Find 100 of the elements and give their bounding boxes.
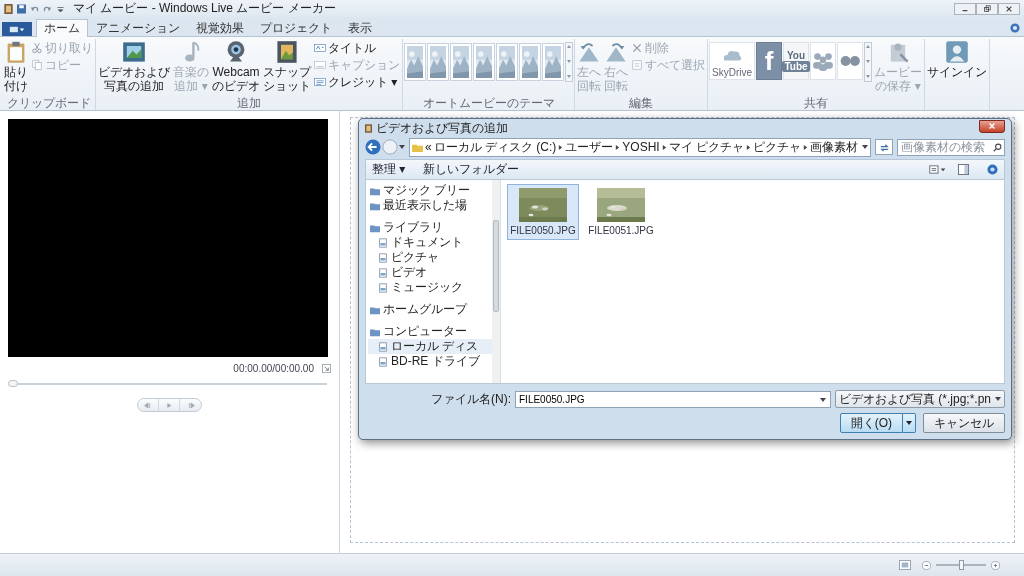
ribbon-tab[interactable]: 表示 bbox=[340, 19, 380, 36]
people-icon bbox=[812, 50, 834, 72]
theme-thumbnail[interactable] bbox=[496, 43, 518, 81]
back-button[interactable] bbox=[365, 139, 381, 155]
group-label: オートムービーのテーマ bbox=[422, 96, 555, 110]
breadcrumb-item[interactable]: ローカル ディスク (C:) bbox=[433, 138, 557, 156]
ribbon-button[interactable]: タイトル bbox=[313, 40, 401, 56]
ribbon-tab[interactable]: 視覚効果 bbox=[188, 19, 252, 36]
breadcrumb-item[interactable]: 画像素材 bbox=[810, 138, 859, 156]
app-menu-button[interactable] bbox=[2, 22, 32, 36]
ribbon-button[interactable]: Webcam のビデオ bbox=[211, 39, 261, 94]
theme-thumbnail[interactable] bbox=[542, 43, 564, 81]
thumbnail-view-icon[interactable] bbox=[899, 560, 911, 570]
nav-item[interactable]: ローカル ディス bbox=[368, 339, 492, 354]
ribbon-button[interactable]: 貼り 付け bbox=[3, 39, 29, 94]
ribbon-button[interactable]: スナップ ショット bbox=[262, 39, 312, 94]
ribbon-tab[interactable]: アニメーション bbox=[88, 19, 188, 36]
theme-thumbnail[interactable] bbox=[473, 43, 495, 81]
search-icon[interactable] bbox=[993, 142, 1002, 152]
play-icon bbox=[164, 401, 174, 409]
caret-icon[interactable] bbox=[862, 144, 869, 150]
theme-thumbnail[interactable] bbox=[519, 43, 541, 81]
slider-thumb[interactable] bbox=[8, 380, 18, 387]
chevron-icon[interactable] bbox=[746, 144, 752, 150]
open-button[interactable]: 開く(O) bbox=[839, 413, 903, 433]
chevron-icon[interactable] bbox=[661, 144, 667, 150]
preview-pane-icon[interactable] bbox=[958, 164, 969, 175]
share-button[interactable] bbox=[837, 42, 863, 80]
breadcrumb-item[interactable]: ユーザー bbox=[565, 138, 614, 156]
fullscreen-icon[interactable] bbox=[322, 364, 331, 373]
file-item[interactable]: FILE0051.JPG bbox=[585, 184, 657, 240]
chevron-icon[interactable] bbox=[558, 144, 564, 150]
ribbon-tab[interactable]: プロジェクト bbox=[252, 19, 340, 36]
toolbar-button[interactable]: 新しいフォルダー bbox=[423, 161, 520, 178]
nav-item[interactable]: 最近表示した場 bbox=[368, 198, 492, 213]
app-icon bbox=[4, 3, 13, 14]
view-options-icon[interactable] bbox=[928, 164, 948, 175]
search-field[interactable]: 画像素材の検索 bbox=[897, 138, 1005, 156]
help-icon[interactable] bbox=[1010, 23, 1020, 33]
forward-circle-icon bbox=[382, 139, 398, 155]
refresh-button[interactable] bbox=[875, 139, 893, 155]
credits-list-icon bbox=[314, 76, 326, 88]
chevron-icon[interactable] bbox=[803, 144, 809, 150]
file-item[interactable]: FILE0050.JPG bbox=[507, 184, 579, 240]
share-button[interactable]: SkyDrive bbox=[709, 42, 755, 80]
filename-field[interactable]: FILE0050.JPG bbox=[515, 390, 831, 408]
toolbar-button[interactable]: 整理 ▾ bbox=[372, 161, 406, 178]
breadcrumb-item[interactable]: YOSHI bbox=[622, 140, 660, 154]
share-button[interactable] bbox=[810, 42, 836, 80]
file-type-dropdown[interactable]: ビデオおよび写真 (*.jpg;*.pn bbox=[834, 390, 1005, 408]
person-icon bbox=[945, 40, 969, 64]
nav-item[interactable]: コンピューター bbox=[368, 324, 492, 339]
chevron-icon[interactable] bbox=[615, 144, 621, 150]
theme-thumbnail[interactable] bbox=[427, 43, 449, 81]
theme-thumbnail[interactable] bbox=[404, 43, 426, 81]
breadcrumb-overflow[interactable]: « bbox=[425, 140, 432, 154]
nav-item[interactable]: ミュージック bbox=[368, 280, 492, 295]
maximize-button[interactable] bbox=[976, 2, 998, 15]
dialog-title: ビデオおよび写真の追加 bbox=[376, 119, 508, 137]
close-icon bbox=[1005, 4, 1013, 13]
group-label: 共有 bbox=[804, 96, 828, 110]
help-icon[interactable] bbox=[987, 164, 998, 175]
nav-item[interactable]: ホームグループ bbox=[368, 302, 492, 317]
gallery-scroll-icon[interactable] bbox=[565, 42, 573, 82]
scrollbar[interactable] bbox=[492, 180, 500, 383]
ribbon-tab[interactable]: ホーム bbox=[36, 19, 88, 37]
film-icon bbox=[365, 123, 372, 133]
ribbon-button[interactable]: ビデオおよび 写真の追加 bbox=[97, 39, 171, 94]
previous-frame-icon bbox=[143, 401, 153, 409]
delete-icon bbox=[631, 42, 643, 54]
nav-item[interactable]: ピクチャ bbox=[368, 250, 492, 265]
slider-thumb[interactable] bbox=[959, 560, 964, 570]
nav-item[interactable]: マジック ブリー bbox=[368, 183, 492, 198]
nav-item[interactable]: ドキュメント bbox=[368, 235, 492, 250]
copy-icon bbox=[31, 59, 43, 71]
theme-thumbnail[interactable] bbox=[450, 43, 472, 81]
film-frame-icon bbox=[275, 40, 299, 64]
ribbon-button[interactable]: サインイン bbox=[926, 39, 988, 80]
nav-item[interactable]: ビデオ bbox=[368, 265, 492, 280]
open-options-button[interactable] bbox=[903, 413, 916, 433]
caret-icon[interactable] bbox=[399, 144, 405, 150]
caret-icon[interactable] bbox=[819, 396, 826, 403]
zoom-out-icon[interactable] bbox=[922, 560, 931, 570]
breadcrumb-item[interactable]: ピクチャ bbox=[753, 138, 802, 156]
gallery-scroll-icon[interactable] bbox=[864, 42, 872, 82]
close-button[interactable] bbox=[998, 2, 1020, 15]
document-icon bbox=[378, 282, 388, 293]
save-icon[interactable] bbox=[17, 3, 26, 14]
time-display: 00:00.00/00:00.00 bbox=[233, 363, 314, 374]
nav-item[interactable]: BD-RE ドライブ bbox=[368, 354, 492, 369]
restore-icon bbox=[983, 4, 991, 13]
close-button[interactable] bbox=[979, 119, 1005, 133]
cancel-button[interactable]: キャンセル bbox=[923, 413, 1005, 433]
zoom-slider[interactable] bbox=[936, 560, 986, 570]
address-bar[interactable]: « ローカル ディスク (C:) ユーザー YOSHI マイ ピクチャ ピクチャ 画像素材 bbox=[409, 137, 871, 157]
share-button[interactable]: You Tube bbox=[783, 42, 809, 80]
breadcrumb-item[interactable]: マイ ピクチャ bbox=[668, 138, 745, 156]
zoom-in-icon[interactable] bbox=[991, 560, 1000, 570]
nav-item[interactable]: ライブラリ bbox=[368, 220, 492, 235]
ribbon-button[interactable]: クレジット ▾ bbox=[313, 74, 401, 90]
